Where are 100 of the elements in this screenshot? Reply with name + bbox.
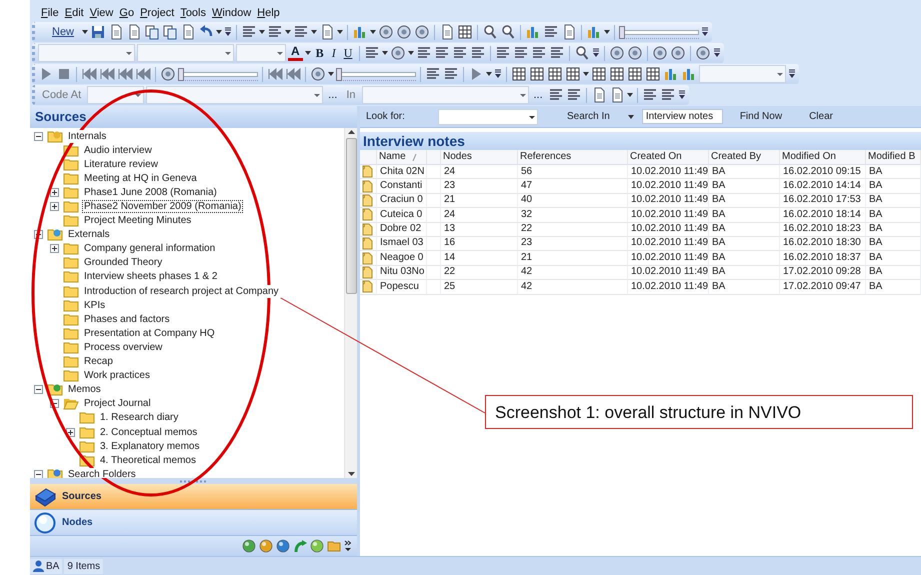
tree-item[interactable]: Grounded Theory: [82, 256, 164, 270]
circle-icon[interactable]: [396, 24, 412, 40]
tree-item[interactable]: Company general information: [82, 242, 218, 256]
expand-icon[interactable]: [50, 244, 59, 254]
expand-icon[interactable]: [50, 202, 59, 212]
chevron-icon[interactable]: [224, 27, 232, 37]
toolbar-button[interactable]: New: [38, 23, 80, 41]
dropdown-field[interactable]: [362, 86, 528, 104]
column-header[interactable]: Name: [377, 150, 427, 165]
look-for-field[interactable]: [438, 108, 538, 124]
dropdown-field[interactable]: [137, 44, 234, 62]
scope-field[interactable]: Interview notes: [642, 109, 723, 124]
double-triangle-icon[interactable]: [135, 66, 151, 82]
expand-icon[interactable]: [66, 428, 75, 437]
menu-item[interactable]: Project: [137, 7, 178, 19]
double-triangle-icon[interactable]: [285, 66, 301, 82]
collapse-icon[interactable]: [34, 470, 43, 478]
circle-icon[interactable]: [160, 66, 176, 82]
tree-item[interactable]: Phase2 November 2009 (Romania): [82, 200, 244, 214]
tree-item[interactable]: Introduction of research project at Company: [82, 284, 281, 298]
chevron-icon[interactable]: [592, 48, 600, 58]
circle-icon[interactable]: [378, 24, 394, 40]
caret-icon[interactable]: [304, 51, 311, 55]
tree-item[interactable]: Phase1 June 2008 (Romania): [82, 186, 219, 199]
dropdown-field[interactable]: [146, 86, 324, 104]
save-icon[interactable]: [90, 24, 106, 40]
scrollbar[interactable]: [344, 128, 357, 478]
stop-icon[interactable]: [56, 66, 72, 82]
expand-icon[interactable]: [50, 188, 59, 197]
circle-icon[interactable]: [390, 45, 406, 61]
caret-icon[interactable]: [486, 72, 492, 76]
grid-icon[interactable]: [591, 66, 607, 82]
grid-icon[interactable]: [511, 66, 527, 82]
caret-icon[interactable]: [583, 72, 589, 76]
caret-icon[interactable]: [337, 30, 344, 34]
tree-item[interactable]: Project Journal: [82, 397, 153, 410]
collapse-icon[interactable]: [34, 132, 43, 141]
slider-thumb[interactable]: [336, 68, 342, 80]
circle-icon[interactable]: [414, 24, 430, 40]
nav-button[interactable]: Sources: [30, 484, 357, 510]
circle-icon[interactable]: [609, 45, 626, 61]
tree-item[interactable]: Internals: [66, 130, 108, 143]
circle-icon[interactable]: [310, 66, 326, 82]
caret-icon[interactable]: [216, 30, 222, 34]
nav-button[interactable]: Nodes: [30, 510, 357, 536]
scroll-thumb[interactable]: [346, 138, 356, 294]
dropdown-field[interactable]: [699, 65, 786, 83]
grid-icon[interactable]: [565, 66, 581, 82]
arrow-icon[interactable]: [293, 539, 307, 553]
menu-item[interactable]: Go: [116, 7, 138, 19]
grid-icon[interactable]: [627, 66, 643, 82]
double-triangle-icon[interactable]: [267, 66, 283, 82]
tree-item[interactable]: Search Folders: [66, 468, 138, 478]
menu-item[interactable]: Help: [254, 7, 283, 19]
double-triangle-icon[interactable]: [117, 66, 133, 82]
caret-icon[interactable]: [382, 51, 388, 55]
tree-item[interactable]: Recap: [82, 355, 115, 368]
dropdown-field[interactable]: [87, 86, 144, 104]
circle-icon[interactable]: [627, 45, 644, 61]
caret-icon[interactable]: [328, 72, 334, 76]
grip-icon[interactable]: [178, 480, 208, 482]
up-arrow-icon[interactable]: [348, 128, 354, 136]
search-in-button[interactable]: Search In: [567, 111, 634, 122]
chevron-icon[interactable]: [788, 69, 796, 79]
column-header[interactable]: Nodes: [441, 150, 518, 165]
circle-icon[interactable]: [695, 45, 712, 61]
collapse-icon[interactable]: [34, 385, 43, 394]
dropdown-field[interactable]: [236, 44, 286, 62]
chevron-icon[interactable]: [678, 90, 686, 100]
menu-item[interactable]: Tools: [177, 7, 209, 19]
caret-icon[interactable]: [285, 30, 292, 34]
caret-icon[interactable]: [259, 30, 266, 34]
tree-item[interactable]: 3. Explanatory memos: [98, 440, 202, 453]
grid-icon[interactable]: [457, 24, 474, 40]
dropdown-field[interactable]: [38, 44, 135, 62]
column-header[interactable]: Created On: [628, 150, 709, 165]
caret-icon[interactable]: [311, 30, 318, 34]
toolbar-button[interactable]: ...: [530, 86, 546, 104]
tree-item[interactable]: Presentation at Company HQ: [82, 326, 217, 340]
down-arrow-icon[interactable]: [348, 470, 354, 478]
find-now-button[interactable]: Find Now: [740, 111, 782, 122]
copy-icon[interactable]: [162, 24, 178, 40]
caret-icon[interactable]: [604, 30, 610, 34]
column-header[interactable]: Created By: [709, 150, 780, 165]
chevron-icon[interactable]: [713, 48, 722, 58]
clear-button[interactable]: Clear: [809, 111, 833, 122]
toolbar-button[interactable]: A: [288, 45, 303, 61]
tree-item[interactable]: Interview sheets phases 1 & 2: [82, 270, 220, 284]
caret-icon[interactable]: [408, 51, 414, 55]
more-icon[interactable]: [344, 540, 351, 552]
grid-icon[interactable]: [529, 66, 545, 82]
grid-icon[interactable]: [609, 66, 625, 82]
slider[interactable]: [336, 68, 416, 80]
grid-icon[interactable]: [547, 66, 563, 82]
double-triangle-icon[interactable]: [81, 66, 97, 82]
column-header[interactable]: Modified On: [780, 150, 866, 165]
tree-item[interactable]: 1. Research diary: [98, 411, 180, 424]
slider-thumb[interactable]: [178, 68, 184, 80]
slider[interactable]: [178, 68, 258, 80]
toolbar-button[interactable]: ...: [325, 86, 340, 104]
